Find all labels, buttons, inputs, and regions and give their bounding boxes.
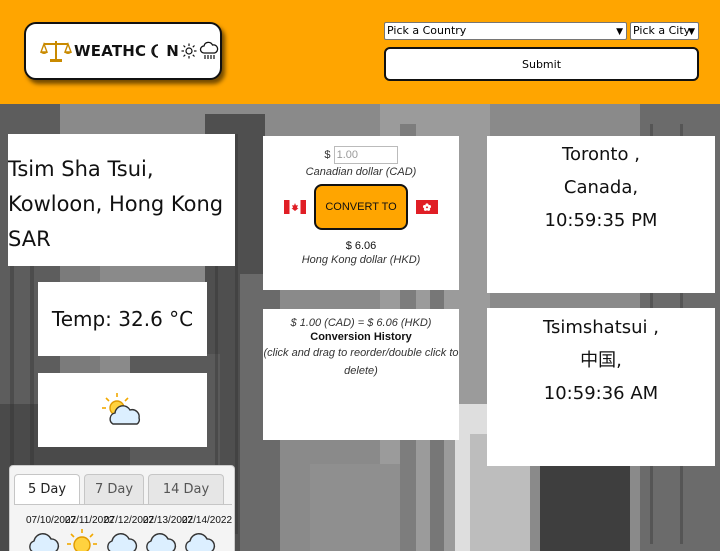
- hong-kong-flag-icon[interactable]: [416, 200, 438, 214]
- partly-cloudy-icon: [101, 393, 140, 425]
- amount-input[interactable]: 1.00: [333, 146, 398, 164]
- forecast-day: 07/13/2022: [143, 515, 193, 551]
- submit-button[interactable]: Submit: [384, 47, 699, 81]
- history-note: (click and drag to reorder/double click …: [263, 347, 459, 377]
- tab-divider: [14, 504, 232, 505]
- tab-14-day[interactable]: 14 Day: [148, 474, 224, 504]
- cloud-icon: [29, 533, 60, 551]
- scale-icon: [40, 41, 72, 62]
- logo-text-b: N: [166, 42, 179, 60]
- tab-7-day[interactable]: 7 Day: [84, 474, 144, 504]
- forecast-date: 07/14/2022: [182, 515, 233, 526]
- cloud-icon: [107, 533, 138, 551]
- timezone-country: Canada,: [563, 177, 639, 198]
- cloud-icon: [146, 533, 177, 551]
- sun-icon: [67, 529, 97, 551]
- header-bar: WEATHC N Pick a Country ▼ Pick a City ▼ …: [0, 0, 720, 104]
- timezone-country: 中国,: [580, 350, 622, 371]
- logo[interactable]: WEATHC N: [24, 22, 222, 80]
- logo-text-a: WEATHC: [74, 42, 147, 60]
- forecast-day: 07/14/2022: [182, 515, 232, 551]
- location-card: Tsim Sha Tsui, Kowloon, Hong Kong SAR: [8, 134, 235, 266]
- forecast-panel: 5 Day 7 Day 14 Day 07/10/2022 07/11/2022…: [9, 465, 235, 551]
- location-line-2: Kowloon, Hong Kong: [8, 192, 224, 216]
- tab-5-day[interactable]: 5 Day: [14, 474, 80, 504]
- timezone-city: Tsimshatsui ,: [542, 317, 660, 338]
- timezone-time: 10:59:36 AM: [543, 383, 659, 404]
- location-line-1: Tsim Sha Tsui,: [8, 157, 154, 181]
- canada-flag-icon[interactable]: [284, 200, 306, 214]
- timezone-card-home: Toronto , Canada, 10:59:35 PM: [487, 136, 715, 293]
- currency-converter-card: $ 1.00 Canadian dollar (CAD) CONVERT TO …: [263, 136, 459, 290]
- sun-moon-icon: [151, 44, 159, 58]
- country-select[interactable]: Pick a Country ▼: [384, 22, 627, 40]
- conversion-history-card: $ 1.00 (CAD) = $ 6.06 (HKD) Conversion H…: [263, 309, 459, 440]
- rain-cloud-icon: [199, 41, 219, 59]
- history-item[interactable]: $ 1.00 (CAD) = $ 6.06 (HKD): [263, 317, 459, 329]
- currency-symbol: $: [324, 148, 331, 161]
- location-line-3: SAR: [8, 227, 51, 251]
- sun-icon: [181, 43, 197, 59]
- chevron-down-icon: ▼: [688, 27, 695, 37]
- cloud-icon: [185, 533, 216, 551]
- timezone-card-destination: Tsimshatsui , 中国, 10:59:36 AM: [487, 308, 715, 466]
- convert-to-button[interactable]: CONVERT TO: [314, 184, 408, 230]
- from-currency-label: Canadian dollar (CAD): [305, 166, 417, 178]
- city-select[interactable]: Pick a City ▼: [630, 22, 699, 40]
- country-select-value: Pick a Country: [387, 24, 467, 37]
- conversion-result: $ 6.06: [345, 240, 377, 252]
- forecast-day: 07/12/2022: [104, 515, 154, 551]
- timezone-city: Toronto ,: [562, 144, 640, 165]
- chevron-down-icon: ▼: [616, 27, 623, 37]
- temperature-card: Temp: 32.6 °C: [38, 282, 207, 356]
- forecast-tabs: 5 Day 7 Day 14 Day: [14, 474, 224, 504]
- amount-row: $ 1.00: [263, 146, 459, 164]
- city-select-value: Pick a City: [633, 24, 691, 37]
- weather-icon-card: [38, 373, 207, 447]
- history-title: Conversion History: [310, 331, 412, 343]
- convert-row: CONVERT TO: [263, 184, 459, 230]
- timezone-time: 10:59:35 PM: [544, 210, 658, 231]
- to-currency-label: Hong Kong dollar (HKD): [301, 254, 421, 266]
- forecast-day: 07/10/2022: [26, 515, 76, 551]
- forecast-days: 07/10/2022 07/11/2022 07/12/2022 07/13/2…: [26, 515, 232, 551]
- temperature-label: Temp: 32.6 °C: [51, 307, 194, 331]
- forecast-day: 07/11/2022: [65, 515, 114, 551]
